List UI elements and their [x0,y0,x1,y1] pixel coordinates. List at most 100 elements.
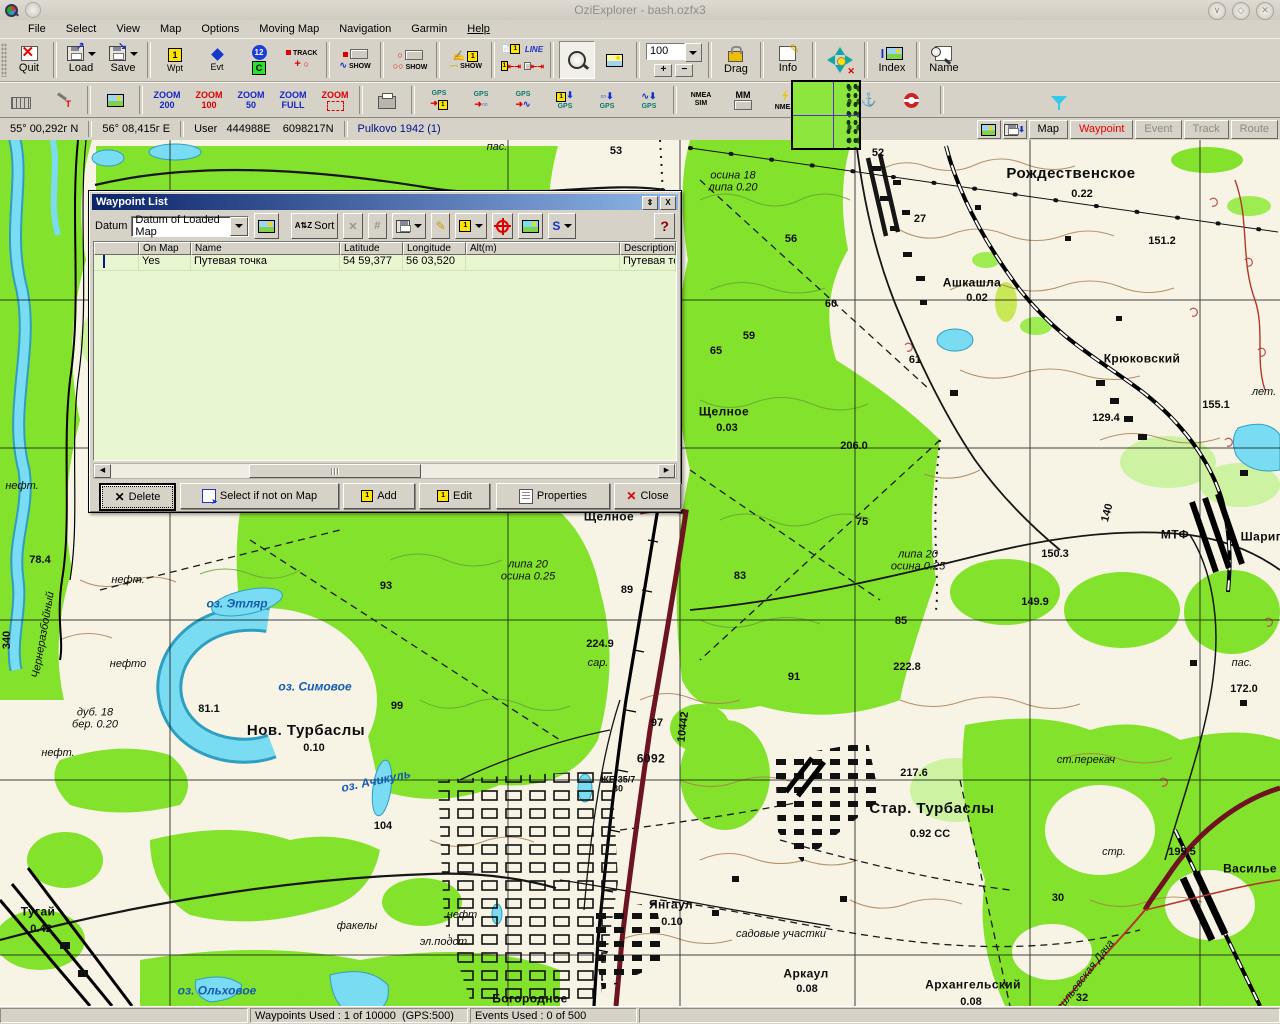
ruler-spacing-icon[interactable]: ⇤⇥ [523,58,545,74]
s-options-button[interactable]: S [548,213,576,239]
show-tracks-button[interactable]: ✍1 ▫–▫ SHOW [444,40,487,80]
zoom-200-button[interactable]: ZOOM200 [147,84,187,116]
line-style-icon[interactable]: LINE [523,41,545,57]
quit-button[interactable]: ✕ Quit [9,40,49,80]
zoom-in-button[interactable]: + [654,64,672,77]
map-image-tab-icon[interactable] [977,120,1001,139]
show-on-map-button[interactable] [518,213,543,239]
menu-garmin[interactable]: Garmin [401,21,457,37]
zoom-50-button[interactable]: ZOOM50 [231,84,271,116]
gps-send-tracks-button[interactable]: GPS➜∿ [503,84,543,116]
menu-map[interactable]: Map [150,21,191,37]
nmea-simulate-button[interactable]: NMEASIM [681,84,721,116]
scroll-right-icon[interactable]: ▶ [658,464,675,478]
show-waypoints-button[interactable]: ∿ SHOW [334,40,375,80]
index-map-button[interactable]: I Index [872,40,912,80]
zoom-full-button[interactable]: ZOOMFULL [273,84,313,116]
dialog-rollup-icon[interactable]: ⇕ [642,196,658,210]
delete-disabled-button[interactable]: ✕ [343,213,362,239]
menu-navigation[interactable]: Navigation [329,21,401,37]
pan-pad[interactable]: ✕ [820,40,860,80]
grid-disabled-button[interactable]: # [368,213,387,239]
tab-track[interactable]: Track [1184,120,1229,139]
horizontal-scrollbar[interactable]: ◀ ▶ [93,463,677,479]
tools-button[interactable] [43,84,83,116]
man-overboard-button[interactable] [891,84,931,116]
save-wp-button[interactable] [392,213,426,239]
help-button[interactable]: ? [654,213,675,239]
print-button[interactable] [367,84,407,116]
minimize-icon[interactable]: ∨ [1208,2,1226,20]
wp-list-icon[interactable]: 📄1 [500,41,522,57]
select-if-not-on-map-button[interactable]: Select if not on Map [180,483,339,509]
overview-minimap[interactable] [791,80,861,150]
goto-target-button[interactable] [492,213,513,239]
datum-combo[interactable]: Datum of Loaded Map [131,216,248,237]
gps-send-routes-button[interactable]: GPS➜▫▫ [461,84,501,116]
track-control-button[interactable]: TRACK + ○ [281,40,322,80]
zoom-100-button[interactable]: ZOOM100 [189,84,229,116]
col-icon[interactable] [94,242,139,255]
map-comment-button[interactable]: 12 C [239,40,279,80]
event-create-button[interactable]: Evt [197,40,237,80]
show-events-button[interactable]: ○ ○○ SHOW [388,40,433,80]
col-alt[interactable]: Alt(m) [466,242,620,255]
waypoint-table[interactable]: On Map Name Latitude Longitude Alt(m) De… [93,241,677,461]
moving-map-button[interactable]: MM [723,84,763,116]
datum-combo-dropdown-icon[interactable] [230,217,248,236]
dialog-close-icon[interactable]: X [660,196,676,210]
report-button[interactable] [95,84,135,116]
maximize-icon[interactable]: ◇ [1232,2,1250,20]
filter-button[interactable] [1039,84,1079,116]
wp-map-button[interactable] [254,213,279,239]
sort-button[interactable]: A⇅Z Sort [291,213,339,239]
col-longitude[interactable]: Longitude [403,242,466,255]
menu-help[interactable]: Help [457,21,500,37]
tab-event[interactable]: Event [1135,120,1181,139]
menu-view[interactable]: View [106,21,150,37]
zoom-value-input[interactable]: 100 [646,43,685,60]
toolbar-grip[interactable] [1,43,7,77]
magnify-mode-button[interactable] [559,41,595,79]
table-row[interactable]: Yes Путевая точка 54 59,377 56 03,520 Пу… [94,255,676,271]
col-description[interactable]: Description [620,242,676,255]
save-button[interactable]: ↘ Save [103,40,143,80]
drag-map-button[interactable]: Drag [716,40,756,80]
scrollbar-thumb[interactable] [249,464,421,478]
menu-file[interactable]: File [18,21,56,37]
dialog-titlebar[interactable]: Waypoint List ⇕ X [92,194,678,210]
zoom-out-button[interactable]: − [675,64,693,77]
wp-spacing-icon[interactable]: 1⇤⇥ [500,58,522,74]
close-icon[interactable]: ✕ [1256,2,1274,20]
menu-options[interactable]: Options [191,21,249,37]
waypoint-list-dialog[interactable]: Waypoint List ⇕ X Datum Datum of Loaded … [88,190,682,513]
delete-button[interactable]: ✕Delete [99,483,176,511]
info-button[interactable]: ✎ Info [768,40,808,80]
zoom-window-button[interactable]: ZOOM [315,84,355,116]
col-on-map[interactable]: On Map [139,242,191,255]
measure-button[interactable] [1,84,41,116]
properties-button[interactable]: Properties [496,483,610,509]
menu-moving-map[interactable]: Moving Map [249,21,329,37]
edit-pencil-button[interactable]: ✎ [431,213,450,239]
load-button[interactable]: ↗ Load [61,40,101,80]
gps-get-waypoints-button[interactable]: 1⬇GPS [545,84,585,116]
scroll-left-icon[interactable]: ◀ [94,464,111,478]
gps-get-routes-button[interactable]: ▫▫⬇GPS [587,84,627,116]
close-button[interactable]: ✕Close [614,483,681,509]
tab-waypoint[interactable]: Waypoint [1070,120,1133,139]
col-latitude[interactable]: Latitude [340,242,403,255]
gps-get-tracks-button[interactable]: ∿⬇GPS [629,84,669,116]
col-name[interactable]: Name [191,242,340,255]
save-position-icon[interactable]: ⬇ [1003,120,1027,139]
tab-route[interactable]: Route [1231,120,1278,139]
edit-button[interactable]: 1Edit [419,483,490,509]
name-search-button[interactable]: Name [924,40,964,80]
wp-symbol-button[interactable]: 1 [455,213,487,239]
gps-send-waypoints-button[interactable]: GPS➜1 [419,84,459,116]
map-properties-button[interactable] [598,40,632,80]
zoom-dropdown-icon[interactable] [685,43,702,62]
tab-map[interactable]: Map [1029,120,1068,139]
waypoint-create-button[interactable]: 1 Wpt [155,40,195,80]
window-titlebar[interactable]: OziExplorer - bash.ozfx3 ∨ ◇ ✕ [0,0,1280,21]
